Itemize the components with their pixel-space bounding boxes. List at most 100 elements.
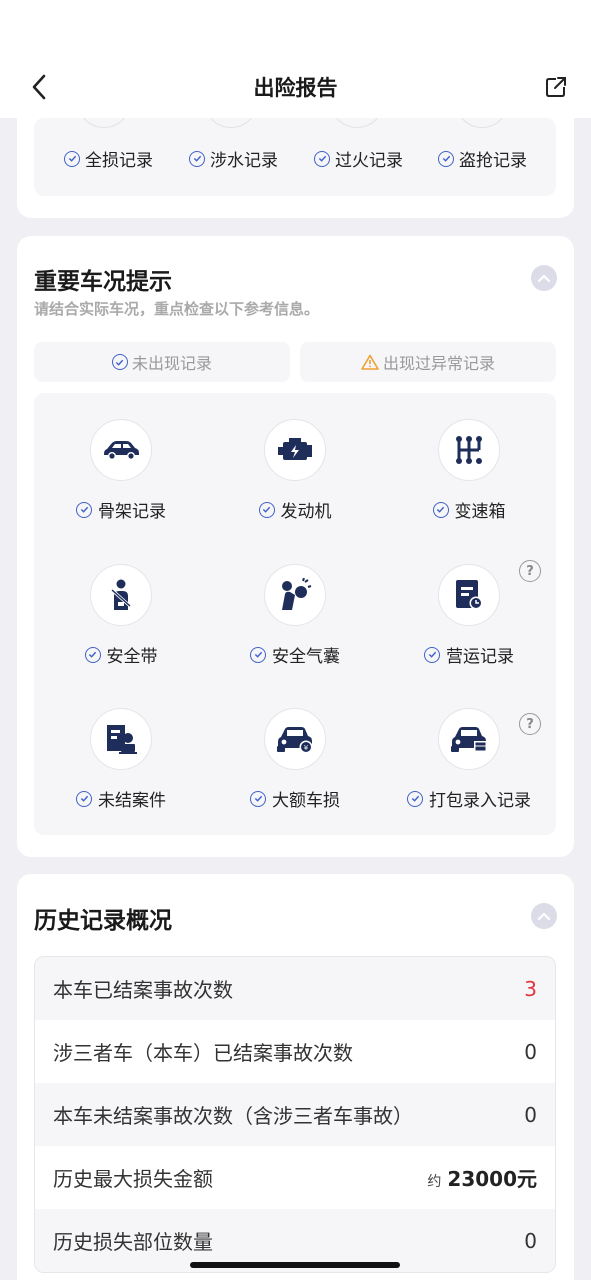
item-label: 发动机: [280, 502, 332, 522]
history-table: 本车已结案事故次数 3 涉三者车（本车）已结案事故次数 0 本车未结案事故次数（…: [34, 956, 556, 1273]
operation-record-icon: [438, 564, 500, 626]
seatbelt-icon: [90, 564, 152, 626]
theft-record[interactable]: 盗抢记录: [438, 146, 527, 171]
item-label: 安全带: [106, 647, 158, 667]
help-icon[interactable]: ?: [519, 713, 541, 735]
record-label: 过火记录: [335, 151, 403, 171]
row-label: 本车已结案事故次数: [53, 978, 233, 1002]
section-subtitle: 请结合实际车况，重点检查以下参考信息。: [34, 300, 320, 318]
section-title: 重要车况提示: [34, 269, 172, 295]
collapse-button[interactable]: [531, 265, 557, 291]
record-label: 涉水记录: [210, 151, 278, 171]
important-condition-card: 重要车况提示 请结合实际车况，重点检查以下参考信息。 未出现记录 出现过异常记录…: [17, 236, 574, 857]
grid-item-airbag[interactable]: 安全气囊: [208, 564, 382, 667]
share-icon: [546, 77, 566, 97]
table-row: 历史最大损失金额 约 23000元: [35, 1146, 555, 1209]
section-title: 历史记录概况: [34, 908, 172, 934]
table-row: 本车已结案事故次数 3: [35, 957, 555, 1020]
grid-label: 未结案件: [76, 786, 166, 811]
total-loss-record[interactable]: 全损记录: [64, 146, 153, 171]
condition-grid: 骨架记录 发动机 变速箱 安全带 安全气囊 营运记录 ? 未结案件 ¥ 大额车损…: [34, 393, 556, 835]
grid-item-major-damage[interactable]: ¥ 大额车损: [208, 708, 382, 811]
loss-icon-circle: [77, 118, 131, 128]
row-value: 约 23000元: [427, 1163, 537, 1192]
row-value: 0: [524, 1039, 537, 1064]
gearbox-icon: [438, 419, 500, 481]
help-icon[interactable]: ?: [519, 560, 541, 582]
row-label: 涉三者车（本车）已结案事故次数: [53, 1041, 353, 1065]
grid-item-engine[interactable]: 发动机: [208, 419, 382, 522]
approx-prefix: 约: [427, 1174, 442, 1190]
car-frame-icon: [90, 419, 152, 481]
check-circle-icon: [250, 646, 266, 663]
share-button[interactable]: [541, 72, 571, 102]
grid-label: 安全气囊: [250, 642, 340, 667]
check-circle-icon: [314, 150, 330, 167]
check-circle-icon: [189, 150, 205, 167]
pending-case-icon: [90, 708, 152, 770]
airbag-icon: [264, 564, 326, 626]
check-circle-icon: [407, 790, 423, 807]
check-circle-icon: [258, 501, 275, 518]
check-circle-icon: [424, 646, 440, 663]
engine-icon: [264, 419, 326, 481]
check-circle-icon: [76, 501, 92, 518]
chevron-up-icon: [538, 274, 550, 282]
grid-item-seatbelt[interactable]: 安全带: [34, 564, 208, 667]
legend-label: 未出现记录: [131, 354, 212, 373]
grid-item-frame[interactable]: 骨架记录: [34, 419, 208, 522]
check-circle-icon: [250, 790, 266, 807]
flood-record[interactable]: 涉水记录: [189, 146, 278, 171]
table-row: 本车未结案事故次数（含涉三者车事故） 0: [35, 1083, 555, 1146]
row-label: 历史损失部位数量: [53, 1230, 213, 1254]
legend-abnormal: 出现过异常记录: [300, 342, 556, 382]
history-card: 历史记录概况 本车已结案事故次数 3 涉三者车（本车）已结案事故次数 0 本车未…: [17, 874, 574, 1280]
check-circle-icon: [438, 150, 454, 167]
grid-item-pending-case[interactable]: 未结案件: [34, 708, 208, 811]
home-indicator[interactable]: [190, 1262, 400, 1268]
item-label: 骨架记录: [98, 502, 166, 522]
loss-icon-circle: [330, 118, 384, 128]
loss-icon-circle: [455, 118, 509, 128]
nav-bar: 出险报告: [0, 0, 591, 118]
row-value: 3: [524, 976, 537, 1001]
grid-label: 骨架记录: [76, 497, 166, 522]
legend-normal: 未出现记录: [34, 342, 290, 382]
loss-icon-circle: [204, 118, 258, 128]
grid-label: 发动机: [258, 497, 332, 522]
table-row: 涉三者车（本车）已结案事故次数 0: [35, 1020, 555, 1083]
legend-label: 出现过异常记录: [382, 354, 495, 373]
page-title: 出险报告: [253, 76, 338, 100]
bundle-record-icon: [438, 708, 500, 770]
grid-label: 营运记录: [424, 642, 514, 667]
item-label: 安全气囊: [272, 647, 340, 667]
check-circle-icon: [76, 790, 92, 807]
grid-label: 打包录入记录: [407, 786, 531, 811]
item-label: 未结案件: [98, 791, 166, 811]
grid-item-gearbox[interactable]: 变速箱: [382, 419, 556, 522]
item-label: 变速箱: [454, 502, 506, 522]
item-label: 营运记录: [446, 647, 514, 667]
row-label: 本车未结案事故次数（含涉三者车事故）: [53, 1104, 413, 1128]
row-value: 0: [524, 1102, 537, 1127]
grid-label: 变速箱: [432, 497, 506, 522]
row-label: 历史最大损失金额: [53, 1167, 213, 1191]
fire-record[interactable]: 过火记录: [314, 146, 403, 171]
check-circle-icon: [64, 150, 80, 167]
record-label: 全损记录: [85, 151, 153, 171]
check-circle-icon: [432, 501, 449, 518]
warning-icon: [361, 354, 379, 370]
collapse-button[interactable]: [531, 903, 557, 929]
row-value: 0: [524, 1228, 537, 1253]
record-label: 盗抢记录: [459, 151, 527, 171]
chevron-up-icon: [538, 912, 550, 920]
amount-value: 23000元: [447, 1167, 537, 1191]
grid-label: 大额车损: [250, 786, 340, 811]
major-damage-icon: ¥: [264, 708, 326, 770]
loss-records-box: 全损记录 涉水记录 过火记录 盗抢记录: [34, 118, 556, 196]
item-label: 打包录入记录: [429, 791, 531, 811]
check-circle-icon: [84, 646, 101, 663]
svg-text:¥: ¥: [304, 744, 309, 752]
item-label: 大额车损: [272, 791, 340, 811]
grid-label: 安全带: [84, 642, 158, 667]
